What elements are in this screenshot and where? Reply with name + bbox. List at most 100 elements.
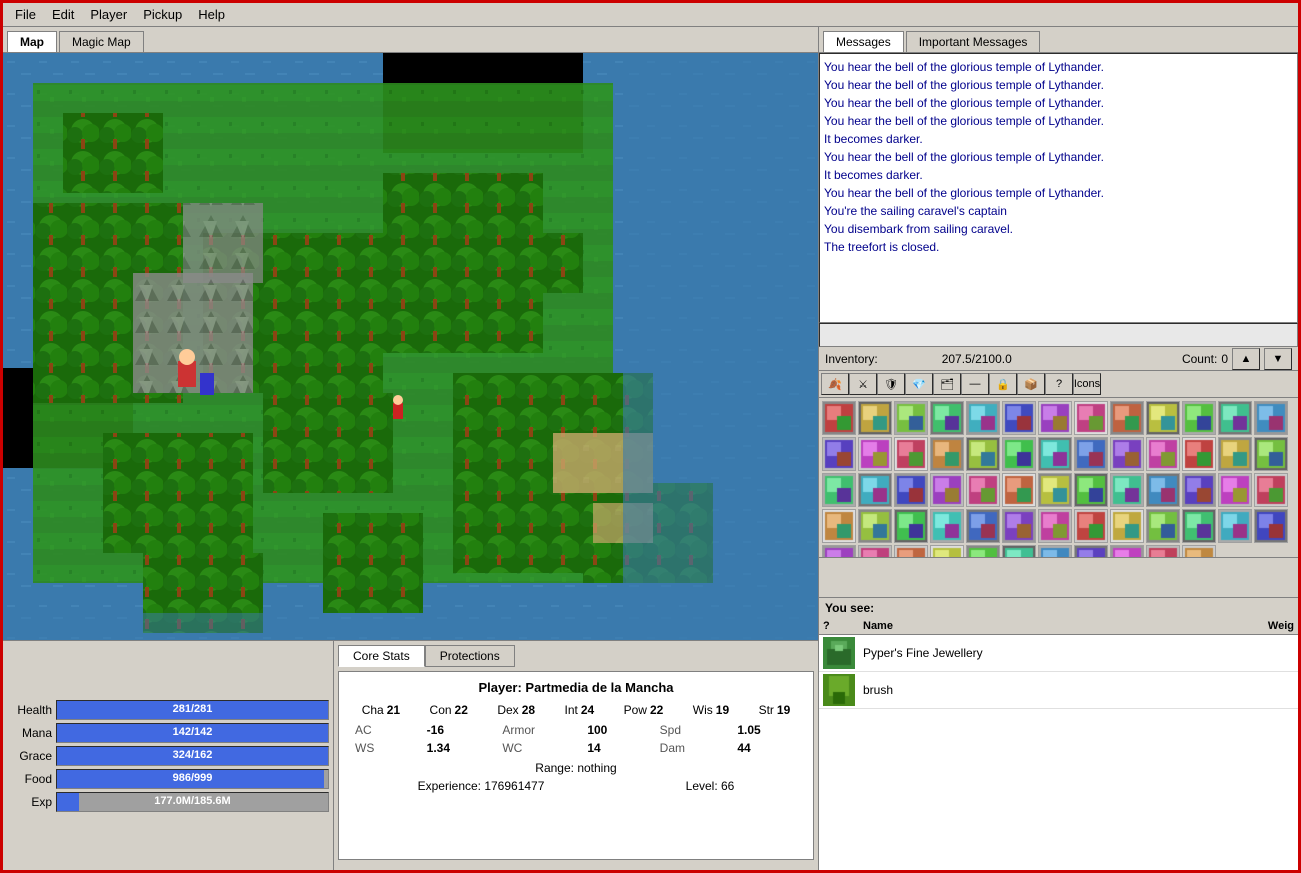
you-see-item[interactable]: brush (819, 672, 1298, 709)
inventory-item[interactable] (1146, 401, 1180, 435)
inventory-item[interactable] (1002, 509, 1036, 543)
inv-filter-all[interactable]: 🍂 (821, 373, 849, 395)
inventory-item[interactable] (966, 545, 1000, 558)
combat-stats-grid: AC -16 Armor 100 Spd 1.05 WS 1.34 WC 14 … (347, 723, 805, 755)
menu-pickup[interactable]: Pickup (135, 5, 190, 24)
inventory-item[interactable] (1254, 401, 1288, 435)
inventory-item[interactable] (1254, 473, 1288, 507)
inventory-item[interactable] (930, 473, 964, 507)
inventory-item[interactable] (1110, 401, 1144, 435)
you-see-item[interactable]: Pyper's Fine Jewellery (819, 635, 1298, 672)
inventory-item[interactable] (1110, 545, 1144, 558)
inv-icons-button[interactable]: Icons (1073, 373, 1101, 395)
inventory-item[interactable] (1182, 509, 1216, 543)
inventory-item[interactable] (1182, 437, 1216, 471)
inventory-item[interactable] (1218, 437, 1252, 471)
inventory-item[interactable] (1182, 545, 1216, 558)
inventory-item[interactable] (966, 401, 1000, 435)
inventory-item[interactable] (1146, 437, 1180, 471)
inventory-item[interactable] (822, 437, 856, 471)
inventory-item[interactable] (894, 401, 928, 435)
inventory-item[interactable] (822, 509, 856, 543)
vital-food-row: Food 986/999 (7, 769, 329, 789)
inventory-item[interactable] (1038, 473, 1072, 507)
grace-bar-container: 324/162 (56, 746, 329, 766)
inventory-item[interactable] (1038, 545, 1072, 558)
inv-filter-container[interactable]: 🗂 (933, 373, 961, 395)
inventory-item[interactable] (822, 401, 856, 435)
inventory-item[interactable] (1002, 473, 1036, 507)
grace-label: Grace (7, 749, 52, 763)
you-see-table[interactable]: Pyper's Fine Jewellerybrush (819, 635, 1298, 870)
inv-scroll-down[interactable]: ▼ (1264, 348, 1292, 370)
inventory-item[interactable] (1146, 509, 1180, 543)
inventory-item[interactable] (1146, 545, 1180, 558)
tab-messages[interactable]: Messages (823, 31, 904, 52)
menu-edit[interactable]: Edit (44, 5, 82, 24)
menu-help[interactable]: Help (190, 5, 233, 24)
tab-core-stats[interactable]: Core Stats (338, 645, 425, 667)
inventory-item[interactable] (1002, 545, 1036, 558)
food-bar-container: 986/999 (56, 769, 329, 789)
inv-filter-food[interactable]: — (961, 373, 989, 395)
tab-magic-map[interactable]: Magic Map (59, 31, 144, 52)
inventory-weight: 207.5/2100.0 (942, 352, 1012, 366)
inventory-item[interactable] (1002, 401, 1036, 435)
inventory-item[interactable] (966, 473, 1000, 507)
inventory-item[interactable] (894, 509, 928, 543)
inventory-item[interactable] (1074, 437, 1108, 471)
inventory-item[interactable] (966, 509, 1000, 543)
inventory-item[interactable] (930, 437, 964, 471)
inventory-item[interactable] (822, 473, 856, 507)
game-map[interactable] (3, 53, 818, 640)
inv-filter-unknown[interactable]: ? (1045, 373, 1073, 395)
inv-filter-weapon[interactable]: ⚔ (849, 373, 877, 395)
inv-scroll-up[interactable]: ▲ (1232, 348, 1260, 370)
menu-file[interactable]: File (7, 5, 44, 24)
inventory-item[interactable] (1038, 401, 1072, 435)
inventory-item[interactable] (1002, 437, 1036, 471)
inventory-item[interactable] (1182, 401, 1216, 435)
inv-filter-box[interactable]: 📦 (1017, 373, 1045, 395)
inv-filter-gem[interactable]: 💎 (905, 373, 933, 395)
tab-important-messages[interactable]: Important Messages (906, 31, 1041, 52)
inventory-item[interactable] (822, 545, 856, 558)
tab-map[interactable]: Map (7, 31, 57, 52)
inventory-item[interactable] (1110, 509, 1144, 543)
inventory-item[interactable] (930, 509, 964, 543)
inventory-item[interactable] (1074, 473, 1108, 507)
mana-label: Mana (7, 726, 52, 740)
inventory-item[interactable] (1074, 545, 1108, 558)
inventory-item[interactable] (858, 473, 892, 507)
inventory-item[interactable] (1254, 437, 1288, 471)
inv-filter-armor[interactable]: 🛡 (877, 373, 905, 395)
inventory-item[interactable] (966, 437, 1000, 471)
inventory-item[interactable] (1074, 401, 1108, 435)
inventory-item[interactable] (930, 545, 964, 558)
inventory-item[interactable] (894, 437, 928, 471)
inventory-item[interactable] (858, 437, 892, 471)
message-input[interactable] (819, 323, 1298, 347)
inventory-item[interactable] (1110, 437, 1144, 471)
inventory-item[interactable] (1218, 509, 1252, 543)
inventory-item[interactable] (1038, 437, 1072, 471)
tab-protections[interactable]: Protections (425, 645, 515, 667)
inventory-item[interactable] (858, 509, 892, 543)
inventory-item[interactable] (1218, 473, 1252, 507)
inventory-item[interactable] (1146, 473, 1180, 507)
inventory-item[interactable] (894, 545, 928, 558)
inventory-item[interactable] (1038, 509, 1072, 543)
inventory-item[interactable] (1254, 509, 1288, 543)
inventory-item[interactable] (1182, 473, 1216, 507)
inventory-item[interactable] (858, 545, 892, 558)
messages-content[interactable]: You hear the bell of the glorious temple… (819, 53, 1298, 323)
inventory-item[interactable] (1074, 509, 1108, 543)
armor-value: 100 (587, 723, 643, 737)
menu-player[interactable]: Player (82, 5, 135, 24)
inventory-item[interactable] (894, 473, 928, 507)
inventory-item[interactable] (1110, 473, 1144, 507)
inventory-item[interactable] (1218, 401, 1252, 435)
inventory-item[interactable] (930, 401, 964, 435)
inventory-item[interactable] (858, 401, 892, 435)
inv-filter-lock[interactable]: 🔒 (989, 373, 1017, 395)
